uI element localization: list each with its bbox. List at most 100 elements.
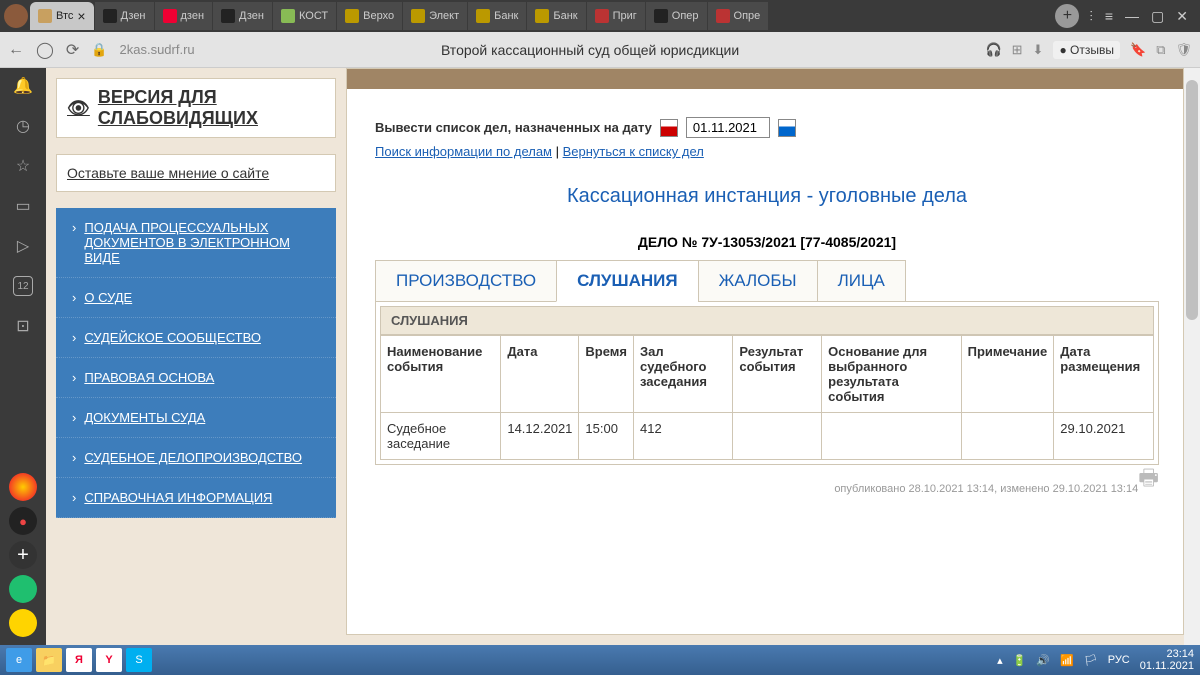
tab-favicon — [716, 9, 730, 23]
print-icon[interactable]: 🖶 — [1138, 461, 1159, 499]
case-heading: Кассационная инстанция - уголовные дела — [375, 185, 1159, 208]
yandex-browser-icon[interactable]: Y — [96, 648, 122, 672]
menu-icon[interactable]: ⫶ — [1089, 8, 1093, 25]
volume-icon[interactable]: 🔊 — [1036, 654, 1050, 667]
case-tab[interactable]: ЛИЦА — [817, 260, 906, 302]
case-tab[interactable]: ПРОИЗВОДСТВО — [375, 260, 557, 302]
scrollbar[interactable] — [1184, 68, 1200, 645]
browser-tab[interactable]: дзен — [155, 2, 213, 30]
tab-label: Дзен — [121, 10, 146, 22]
yandex-search-icon[interactable]: Я — [66, 648, 92, 672]
collections-icon[interactable]: ▭ — [13, 196, 33, 216]
url-text[interactable]: 2kas.sudrf.ru — [120, 42, 195, 57]
history-icon[interactable]: ◷ — [13, 116, 33, 136]
feedback-link[interactable]: Оставьте ваше мнение о сайте — [56, 154, 336, 192]
sidebar-item[interactable]: ›СУДЕБНОЕ ДЕЛОПРОИЗВОДСТВО — [56, 438, 336, 478]
table-header-cell: Время — [579, 336, 634, 413]
sidebar-item[interactable]: ›О СУДЕ — [56, 278, 336, 318]
tab-label: КОСТ — [299, 10, 328, 22]
sidebar-item[interactable]: ›СУДЕЙСКОЕ СООБЩЕСТВО — [56, 318, 336, 358]
browser-tab[interactable]: Опре — [708, 2, 769, 30]
table-cell — [733, 413, 822, 460]
battery-icon[interactable]: 🔋 — [1013, 654, 1027, 667]
home-icon[interactable]: ◯ — [36, 40, 54, 60]
table-header-cell: Дата — [501, 336, 579, 413]
calendar-icon[interactable]: 12 — [13, 276, 33, 296]
table-cell — [822, 413, 961, 460]
skype-icon[interactable]: S — [126, 648, 152, 672]
hamburger-icon[interactable]: ≡ — [1105, 8, 1113, 25]
sidebar-item[interactable]: ›ДОКУМЕНТЫ СУДА — [56, 398, 336, 438]
new-tab-button[interactable]: + — [1055, 4, 1079, 28]
maximize-button[interactable]: ▢ — [1151, 8, 1164, 25]
browser-tab[interactable]: Банк — [468, 2, 526, 30]
scrollbar-thumb[interactable] — [1186, 80, 1198, 320]
lock-icon: 🔒 — [91, 42, 107, 58]
browser-sidebar: 🔔 ◷ ☆ ▭ ▷ 12 ⊡ ● + — [0, 68, 46, 645]
back-button[interactable]: ← — [8, 41, 24, 59]
app-icon-2[interactable] — [9, 609, 37, 637]
reviews-button[interactable]: ● Отзывы — [1053, 41, 1120, 59]
tab-label: Приг — [613, 10, 637, 22]
accessibility-link[interactable]: 👁 ВЕРСИЯ ДЛЯ СЛАБОВИДЯЩИХ — [56, 78, 336, 138]
explorer-icon[interactable]: 📁 — [36, 648, 62, 672]
play-icon[interactable]: ▷ — [13, 236, 33, 256]
tab-close-icon[interactable]: × — [77, 8, 85, 24]
browser-tab[interactable]: Банк — [527, 2, 585, 30]
content-panel: Вывести список дел, назначенных на дату … — [346, 68, 1184, 635]
case-tab[interactable]: ЖАЛОБЫ — [698, 260, 818, 302]
browser-tab[interactable]: КОСТ — [273, 2, 336, 30]
browser-tab[interactable]: Втс× — [30, 2, 94, 30]
search-cases-link[interactable]: Поиск информации по делам — [375, 144, 552, 159]
browser-tab[interactable]: Дзен — [95, 2, 154, 30]
sidebar-item-label: СПРАВОЧНАЯ ИНФОРМАЦИЯ — [84, 490, 272, 505]
case-tab[interactable]: СЛУШАНИЯ — [556, 260, 698, 302]
minimize-button[interactable]: — — [1125, 8, 1139, 25]
browser-tab[interactable]: Приг — [587, 2, 645, 30]
tab-label: Опер — [672, 10, 699, 22]
date-filter-row: Вывести список дел, назначенных на дату — [375, 117, 1159, 138]
table-cell: 29.10.2021 — [1054, 413, 1154, 460]
star-icon[interactable]: ☆ — [13, 156, 33, 176]
bell-icon[interactable]: 🔔 — [13, 76, 33, 96]
nav-links: Поиск информации по делам | Вернуться к … — [375, 144, 1159, 159]
network-icon[interactable]: 📶 — [1060, 654, 1074, 667]
sidebar-item[interactable]: ›ПОДАЧА ПРОЦЕССУАЛЬНЫХ ДОКУМЕНТОВ В ЭЛЕК… — [56, 208, 336, 278]
profile-avatar[interactable] — [4, 4, 28, 28]
browser-tab[interactable]: Верхо — [337, 2, 402, 30]
ie-icon[interactable]: e — [6, 648, 32, 672]
back-to-list-link[interactable]: Вернуться к списку дел — [563, 144, 704, 159]
apply-date-icon[interactable] — [778, 119, 796, 137]
browser-tab[interactable]: Элект — [403, 2, 467, 30]
camera-icon[interactable]: ⊡ — [13, 316, 33, 336]
sidebar-item-label: ПОДАЧА ПРОЦЕССУАЛЬНЫХ ДОКУМЕНТОВ В ЭЛЕКТ… — [84, 220, 320, 265]
browser-tab[interactable]: Дзен — [213, 2, 272, 30]
chevron-right-icon: › — [72, 370, 76, 385]
browser-tab[interactable]: Опер — [646, 2, 707, 30]
sidebar-item[interactable]: ›СПРАВОЧНАЯ ИНФОРМАЦИЯ — [56, 478, 336, 518]
flag-icon[interactable]: 🏳 — [1084, 654, 1098, 667]
yandex-icon[interactable] — [9, 473, 37, 501]
date-input[interactable] — [686, 117, 770, 138]
windows-taskbar: e 📁 Я Y S ▴ 🔋 🔊 📶 🏳 РУС 23:14 01.11.2021 — [0, 645, 1200, 675]
calendar-picker-icon[interactable] — [660, 119, 678, 137]
reader-icon[interactable]: ⊞ — [1012, 42, 1023, 58]
tab-label: Опре — [734, 10, 761, 22]
table-cell: 14.12.2021 — [501, 413, 579, 460]
browser-titlebar: Втс×ДзендзенДзенКОСТВерхоЭлектБанкБанкПр… — [0, 0, 1200, 32]
table-header-cell: Результат события — [733, 336, 822, 413]
sidebar-item[interactable]: ›ПРАВОВАЯ ОСНОВА — [56, 358, 336, 398]
extensions-icon[interactable]: ⧉ — [1156, 42, 1165, 58]
close-button[interactable]: ✕ — [1176, 8, 1188, 25]
bookmark-icon[interactable]: 🔖 — [1130, 42, 1146, 58]
tray-up-icon[interactable]: ▴ — [997, 654, 1003, 667]
taskbar-clock[interactable]: 23:14 01.11.2021 — [1140, 648, 1194, 672]
reload-button[interactable]: ⟳ — [66, 40, 79, 60]
app-icon-1[interactable] — [9, 575, 37, 603]
headphones-icon[interactable]: 🎧 — [985, 42, 1001, 58]
language-indicator[interactable]: РУС — [1108, 654, 1130, 666]
download-icon[interactable]: ⬇ — [1033, 42, 1044, 58]
shield-icon[interactable]: 🛡 — [1175, 42, 1192, 58]
tab-favicon — [38, 9, 52, 23]
add-shortcut-button[interactable]: + — [9, 541, 37, 569]
